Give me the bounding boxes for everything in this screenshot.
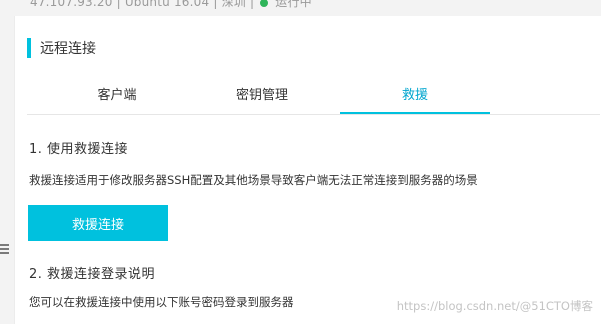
tab-key-management[interactable]: 密钥管理 [187, 84, 337, 112]
step1-description: 救援连接适用于修改服务器SSH配置及其他场景导致客户端无法正常连接到服务器的场景 [29, 173, 478, 187]
remote-connection-panel: 远程连接 客户端 密钥管理 救援 1. 使用救援连接 救援连接适用于修改服务器S… [14, 16, 601, 324]
menu-icon[interactable] [0, 244, 10, 256]
instance-meta: 47.107.93.20 | Ubuntu 16.04 | 深圳 | 运行中 [30, 0, 312, 10]
section-accent-bar [27, 38, 31, 58]
watermark: https://blog.csdn.net/@51CTO博客 [396, 299, 593, 313]
section-title: 远程连接 [40, 41, 96, 57]
rescue-connect-button[interactable]: 救援连接 [28, 205, 168, 241]
connection-tabs: 客户端 密钥管理 救援 [27, 84, 600, 115]
instance-status: 运行中 [275, 0, 312, 9]
tab-rescue[interactable]: 救援 [340, 84, 490, 114]
tab-client[interactable]: 客户端 [42, 84, 192, 112]
instance-meta-text: 47.107.93.20 | Ubuntu 16.04 | 深圳 | [30, 0, 255, 9]
left-sidebar-edge [0, 16, 14, 324]
step2-description: 您可以在救援连接中使用以下账号密码登录到服务器 [29, 295, 294, 309]
section-header: 远程连接 [27, 38, 96, 58]
status-dot-icon [260, 0, 269, 7]
instance-info-bar: 47.107.93.20 | Ubuntu 16.04 | 深圳 | 运行中 [0, 0, 601, 16]
step2-title: 2. 救援连接登录说明 [29, 267, 156, 282]
step1-title: 1. 使用救援连接 [29, 142, 129, 157]
